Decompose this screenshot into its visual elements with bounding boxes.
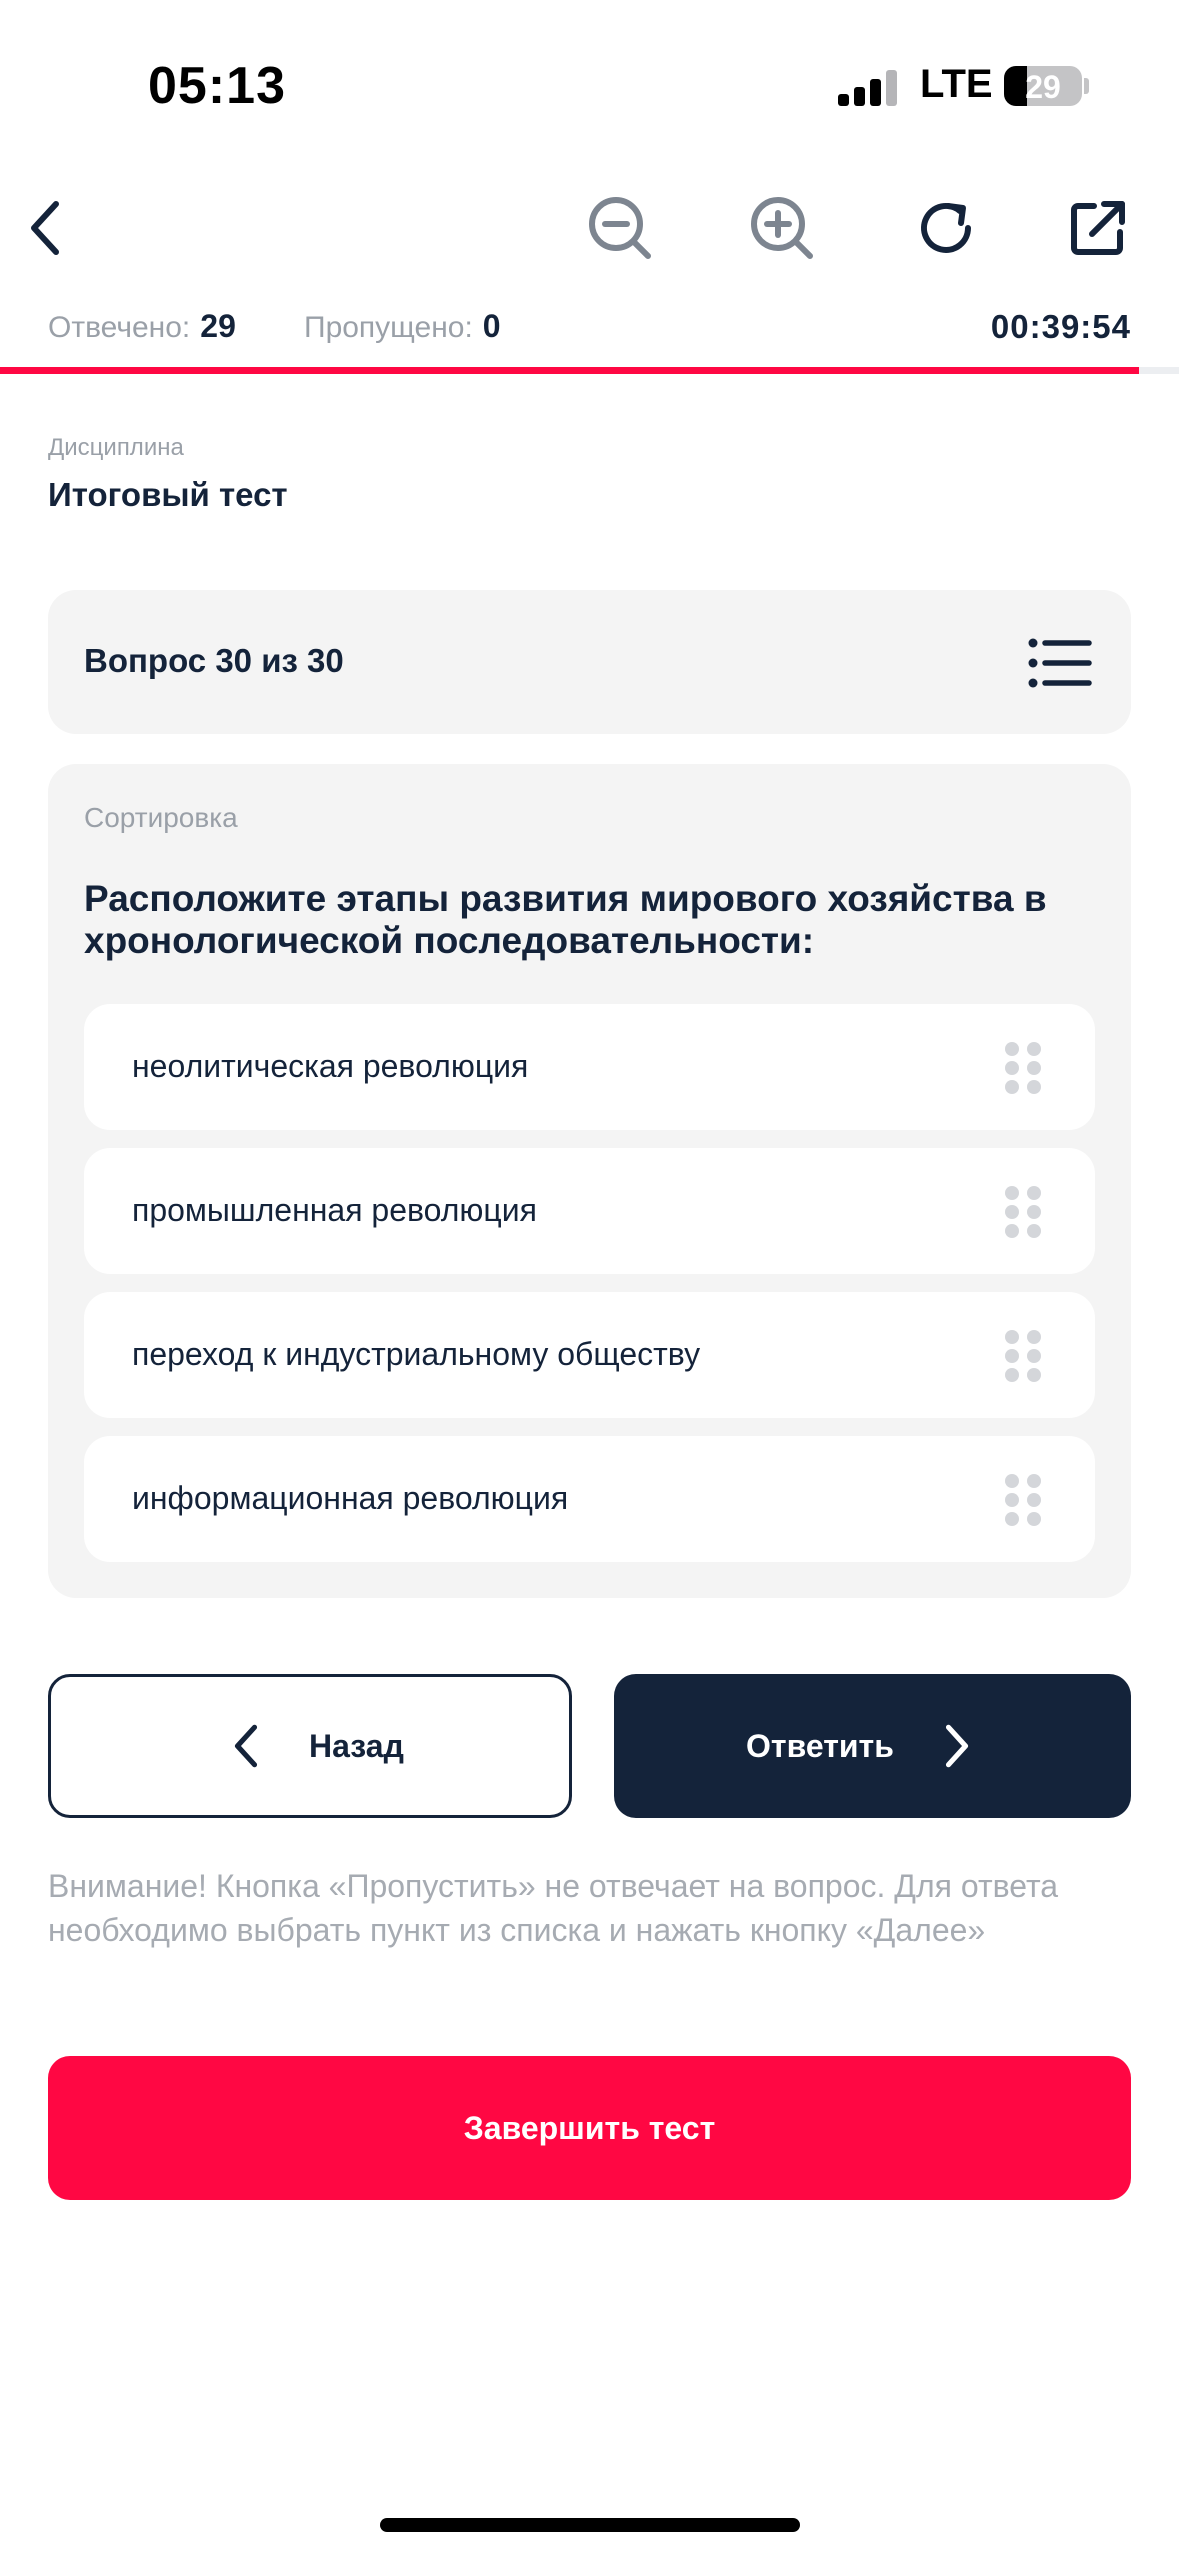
finish-test-label: Завершить тест <box>463 2109 716 2146</box>
skipped-counter: Пропущено: 0 <box>304 308 501 345</box>
network-type: LTE <box>920 62 993 106</box>
chevron-right-icon <box>945 1724 968 1768</box>
battery-level: 29 <box>1025 69 1061 105</box>
progress-fill <box>0 367 1139 374</box>
question-header: Вопрос 30 из 30 <box>48 590 1131 734</box>
zoom-out-button[interactable] <box>580 188 660 268</box>
drag-handle-icon[interactable] <box>1005 1186 1041 1238</box>
reload-button[interactable] <box>906 188 986 268</box>
battery-icon: 29 <box>1004 66 1082 106</box>
skipped-label: Пропущено: <box>304 311 473 344</box>
sortable-option[interactable]: промышленная революция <box>84 1148 1095 1274</box>
back-button-label: Назад <box>309 1727 404 1764</box>
question-type: Сортировка <box>84 802 238 833</box>
chevron-left-icon <box>234 1724 258 1768</box>
drag-handle-icon[interactable] <box>1005 1330 1041 1382</box>
discipline-label: Дисциплина <box>48 434 184 461</box>
answered-counter: Отвечено: 29 <box>48 308 236 345</box>
chevron-left-icon <box>31 201 59 255</box>
question-text: Расположите этапы развития мирового хозя… <box>84 878 1047 961</box>
finish-test-button[interactable]: Завершить тест <box>48 2056 1131 2200</box>
progress-bar <box>0 367 1179 374</box>
answer-button-label: Ответить <box>746 1727 894 1764</box>
sortable-option[interactable]: переход к индустриальному обществу <box>84 1292 1095 1418</box>
zoom-in-button[interactable] <box>742 188 822 268</box>
question-number: Вопрос 30 из 30 <box>84 642 344 679</box>
answer-button[interactable]: Ответить <box>614 1674 1131 1818</box>
sortable-option[interactable]: неолитическая революция <box>84 1004 1095 1130</box>
open-external-button[interactable] <box>1058 188 1138 268</box>
zoom-in-icon <box>751 197 813 259</box>
test-screen: 05:13 LTE 29 Отвечено: 29 Пропущено: 0 0… <box>0 0 1179 2556</box>
question-card: Сортировка Расположите этапы развития ми… <box>48 764 1131 1598</box>
answered-value: 29 <box>200 308 236 344</box>
answered-label: Отвечено: <box>48 311 191 344</box>
reload-icon <box>921 202 971 253</box>
signal-icon <box>838 70 900 106</box>
notice-text: Внимание! Кнопка «Пропустить» не отвечае… <box>48 1868 1059 1948</box>
option-label: неолитическая революция <box>132 1048 529 1084</box>
skipped-value: 0 <box>482 308 501 344</box>
option-label: переход к индустриальному обществу <box>132 1336 701 1372</box>
discipline-value: Итоговый тест <box>48 476 288 513</box>
question-list-icon[interactable] <box>1027 630 1093 696</box>
sortable-option[interactable]: информационная революция <box>84 1436 1095 1562</box>
zoom-out-icon <box>589 197 651 259</box>
status-time: 05:13 <box>148 57 286 115</box>
back-nav-button[interactable] <box>8 188 88 268</box>
battery-tip <box>1084 78 1089 94</box>
timer: 00:39:54 <box>990 308 1131 345</box>
home-indicator[interactable] <box>380 2518 800 2532</box>
option-label: промышленная революция <box>132 1192 537 1228</box>
drag-handle-icon[interactable] <box>1005 1474 1041 1526</box>
back-button[interactable]: Назад <box>48 1674 572 1818</box>
option-label: информационная революция <box>132 1480 569 1516</box>
open-external-icon <box>1071 201 1125 255</box>
drag-handle-icon[interactable] <box>1005 1042 1041 1094</box>
